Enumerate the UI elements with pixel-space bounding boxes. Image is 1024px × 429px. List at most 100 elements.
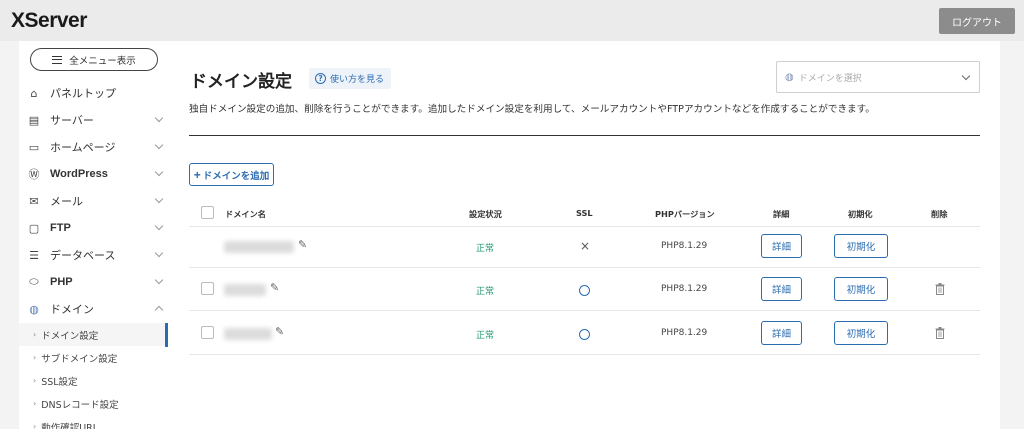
sidebar: 全メニュー表示 ⌂ パネルトップ ▤ サーバー ▭ ホームページ Ⓦ WordP… — [19, 41, 168, 429]
reset-button[interactable]: 初期化 — [834, 321, 888, 345]
domain-name-redacted — [224, 328, 272, 340]
sidebar-item-panel-top[interactable]: ⌂ パネルトップ — [19, 80, 168, 106]
sidebar-subitem-domain-settings[interactable]: › ドメイン設定 — [19, 323, 168, 347]
domain-select-placeholder: ドメインを選択 — [798, 73, 862, 84]
sidebar-item-domain[interactable]: ◍ ドメイン — [19, 296, 168, 322]
th-delete: 削除 — [931, 209, 948, 219]
plus-icon: + — [193, 167, 201, 182]
divider — [189, 135, 980, 136]
sidebar-item-label: FTP — [50, 222, 71, 234]
detail-button[interactable]: 詳細 — [761, 277, 802, 301]
status-text: 正常 — [476, 331, 495, 341]
chevron-right-icon: › — [33, 353, 37, 362]
chevron-right-icon: › — [33, 399, 37, 408]
sidebar-subitem-label: DNSレコード設定 — [41, 399, 119, 411]
sidebar-item-homepage[interactable]: ▭ ホームページ — [19, 134, 168, 160]
all-menu-button[interactable]: 全メニュー表示 — [30, 48, 158, 71]
sidebar-subitem-dns-record[interactable]: › DNSレコード設定 — [19, 392, 168, 415]
th-ssl: SSL — [576, 208, 593, 218]
sidebar-subitem-label: ドメイン設定 — [41, 330, 99, 342]
add-domain-label: ドメインを追加 — [202, 170, 270, 182]
globe-icon: ◍ — [785, 71, 794, 83]
reset-button[interactable]: 初期化 — [834, 277, 888, 301]
sidebar-item-php[interactable]: ⬭ PHP — [19, 269, 168, 295]
status-text: 正常 — [476, 244, 495, 254]
logout-button[interactable]: ログアウト — [939, 8, 1015, 34]
chevron-down-icon — [154, 248, 164, 258]
add-domain-button[interactable]: + ドメインを追加 — [189, 163, 274, 186]
php-version: PHP8.1.29 — [661, 328, 708, 338]
trash-icon[interactable] — [935, 327, 945, 339]
howto-link[interactable]: ? 使い方を見る — [309, 68, 392, 89]
row-checkbox[interactable] — [201, 326, 214, 339]
sidebar-item-label: データベース — [50, 249, 116, 262]
sidebar-item-label: パネルトップ — [50, 87, 116, 100]
ssl-off-icon: × — [580, 239, 591, 253]
chevron-right-icon: › — [33, 330, 37, 339]
select-all-checkbox[interactable] — [201, 206, 214, 219]
sidebar-item-label: メール — [50, 195, 83, 208]
ssl-on-icon — [579, 329, 590, 340]
xserver-logo[interactable]: XServer — [11, 9, 87, 33]
sidebar-subitem-ssl-settings[interactable]: › SSL設定 — [19, 369, 168, 392]
trash-icon[interactable] — [935, 283, 945, 295]
monitor-icon: ▢ — [28, 221, 40, 235]
sidebar-item-mail[interactable]: ✉ メール — [19, 188, 168, 214]
pencil-icon[interactable]: ✎ — [275, 325, 284, 338]
th-detail: 詳細 — [773, 209, 790, 219]
chevron-down-icon — [154, 275, 164, 285]
th-domain-name: ドメイン名 — [225, 209, 266, 219]
sidebar-item-label: ドメイン — [50, 303, 94, 316]
main-panel: ドメイン設定 ? 使い方を見る ◍ ドメインを選択 独自ドメイン設定の追加、削除… — [168, 41, 1000, 429]
chevron-down-icon — [154, 113, 164, 123]
mail-icon: ✉ — [29, 194, 39, 208]
pencil-icon[interactable]: ✎ — [270, 281, 279, 294]
top-header: XServer ログアウト — [0, 0, 1024, 41]
window-icon: ▭ — [28, 140, 40, 154]
table-divider — [189, 310, 980, 311]
sidebar-item-label: WordPress — [50, 168, 108, 180]
sidebar-subitem-label: サブドメイン設定 — [41, 353, 118, 365]
domain-name-redacted — [224, 284, 266, 296]
sidebar-item-label: サーバー — [50, 114, 94, 127]
domain-name-redacted — [224, 241, 294, 253]
sidebar-subitem-subdomain-settings[interactable]: › サブドメイン設定 — [19, 346, 168, 369]
chevron-right-icon: › — [33, 422, 37, 429]
howto-label: 使い方を見る — [330, 75, 385, 85]
chevron-down-icon — [154, 194, 164, 204]
table-divider — [189, 226, 980, 227]
sidebar-item-database[interactable]: ☰ データベース — [19, 242, 168, 268]
th-reset: 初期化 — [848, 209, 873, 219]
domain-select[interactable]: ◍ ドメインを選択 — [776, 61, 980, 93]
sidebar-subitem-label: SSL設定 — [41, 376, 78, 388]
all-menu-label: 全メニュー表示 — [69, 55, 136, 67]
row-checkbox[interactable] — [201, 282, 214, 295]
reset-button[interactable]: 初期化 — [834, 234, 888, 258]
chevron-up-icon — [154, 305, 164, 315]
detail-button[interactable]: 詳細 — [761, 321, 802, 345]
sidebar-item-ftp[interactable]: ▢ FTP — [19, 215, 168, 241]
sidebar-item-label: ホームページ — [50, 141, 116, 154]
database-icon: ☰ — [29, 248, 39, 262]
chevron-right-icon: › — [33, 376, 37, 385]
chevron-down-icon — [154, 221, 164, 231]
pencil-icon[interactable]: ✎ — [298, 238, 307, 251]
detail-button[interactable]: 詳細 — [761, 234, 802, 258]
sidebar-item-wordpress[interactable]: Ⓦ WordPress — [19, 161, 168, 187]
sidebar-item-label: PHP — [50, 276, 73, 288]
sidebar-subitem-label: 動作確認URL — [41, 422, 99, 429]
sidebar-subitem-test-url[interactable]: › 動作確認URL — [19, 415, 168, 429]
home-icon: ⌂ — [30, 86, 38, 100]
chevron-down-icon — [154, 167, 164, 177]
sidebar-item-server[interactable]: ▤ サーバー — [19, 107, 168, 133]
chevron-down-icon — [961, 71, 971, 81]
table-divider — [189, 354, 980, 355]
php-version: PHP8.1.29 — [661, 284, 708, 294]
th-status: 設定状況 — [469, 209, 502, 219]
php-version: PHP8.1.29 — [661, 241, 708, 251]
globe-icon: ◍ — [29, 302, 39, 316]
php-icon: ⬭ — [29, 275, 39, 288]
wordpress-icon: Ⓦ — [28, 168, 40, 181]
chevron-down-icon — [154, 140, 164, 150]
status-text: 正常 — [476, 287, 495, 297]
